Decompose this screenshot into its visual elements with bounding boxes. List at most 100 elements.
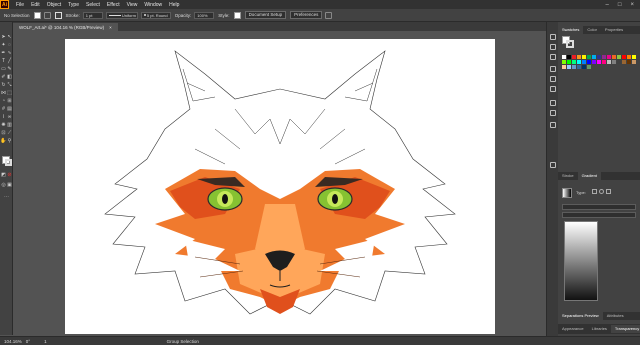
swatch-7[interactable]	[597, 55, 601, 59]
slice-tool-icon[interactable]: ⟋	[7, 130, 12, 136]
swatch-3[interactable]	[577, 55, 581, 59]
tab-transparency[interactable]: Transparency	[610, 325, 640, 333]
tab-libraries[interactable]: Libraries	[588, 325, 611, 333]
type-tool-icon[interactable]: T	[1, 58, 6, 64]
swatch-5[interactable]	[587, 55, 591, 59]
graphic-style-swatch[interactable]	[233, 11, 241, 19]
direct-selection-tool-icon[interactable]: ↖	[7, 34, 12, 40]
swatch-21[interactable]	[592, 60, 596, 64]
mesh-tool-icon[interactable]: #	[1, 106, 6, 112]
tab-color[interactable]: Color	[583, 26, 601, 34]
menu-view[interactable]: View	[127, 2, 138, 8]
menu-file[interactable]: File	[16, 2, 24, 8]
variable-width-profile[interactable]: Uniform	[105, 11, 138, 19]
menu-type[interactable]: Type	[68, 2, 79, 8]
tab-swatches[interactable]: Swatches	[558, 26, 584, 34]
swatch-19[interactable]	[582, 60, 586, 64]
transform-panel-icon[interactable]	[550, 122, 556, 128]
free-transform-icon[interactable]: ⬚	[7, 90, 12, 96]
menu-window[interactable]: Window	[144, 2, 162, 8]
swatch-9[interactable]	[607, 55, 611, 59]
swatch-12[interactable]	[622, 55, 626, 59]
align-panel-icon[interactable]	[550, 100, 556, 106]
swatch-2[interactable]	[572, 55, 576, 59]
swatch-13[interactable]	[627, 55, 631, 59]
swatch-1[interactable]	[567, 55, 571, 59]
swatch-6[interactable]	[592, 55, 596, 59]
lasso-icon[interactable]: ◌	[7, 42, 12, 48]
gradient-slider-preview[interactable]	[564, 221, 598, 301]
arrange-icon[interactable]	[325, 11, 333, 19]
pathfinder-icon[interactable]	[550, 110, 556, 116]
swatch-24[interactable]	[607, 60, 611, 64]
brushes-panel-icon[interactable]	[550, 66, 556, 72]
minimize-icon[interactable]: –	[606, 2, 609, 8]
maximize-icon[interactable]: □	[618, 2, 622, 8]
swatch-35[interactable]	[587, 65, 591, 69]
preferences-button[interactable]: Preferences	[290, 11, 323, 19]
menu-help[interactable]: Help	[169, 2, 179, 8]
document-setup-button[interactable]: Document Setup	[244, 11, 287, 19]
swatch-18[interactable]	[577, 60, 581, 64]
swatch-28[interactable]	[627, 60, 631, 64]
close-tab-icon[interactable]: ×	[109, 25, 112, 30]
swatch-14[interactable]	[632, 55, 636, 59]
default-colors-icon[interactable]: ◩	[1, 172, 6, 178]
edit-toolbar-icon[interactable]: ⋯	[4, 194, 9, 200]
width-tool-icon[interactable]: ⋈	[1, 90, 6, 96]
zoom-tool-icon[interactable]: ⚲	[7, 138, 12, 144]
rotate-tool-icon[interactable]: ↻	[1, 82, 6, 88]
stroke-label[interactable]: Stroke:	[66, 13, 80, 18]
gradient-angle-field[interactable]	[562, 204, 636, 210]
swatch-15[interactable]	[562, 60, 566, 64]
libraries-panel-icon[interactable]	[550, 54, 556, 60]
wolf-illustration[interactable]	[65, 39, 495, 334]
menu-effect[interactable]: Effect	[107, 2, 120, 8]
none-color-icon[interactable]: ⊘	[7, 172, 12, 178]
tab-separations-preview[interactable]: Separations Preview	[558, 312, 603, 320]
tab-properties[interactable]: Properties	[601, 26, 627, 34]
freeform-gradient-icon[interactable]	[606, 189, 611, 194]
magic-wand-icon[interactable]: ✦	[1, 42, 6, 48]
tab-appearance[interactable]: Appearance	[558, 325, 588, 333]
character-panel-icon[interactable]	[550, 162, 556, 168]
zoom-level[interactable]: 104.16%	[4, 339, 22, 344]
stroke-swatch[interactable]	[54, 11, 62, 19]
artboard[interactable]	[65, 39, 495, 334]
graphic-styles-icon[interactable]	[550, 86, 556, 92]
opacity-field[interactable]: 100%	[194, 11, 215, 19]
artboard-number[interactable]: 1	[44, 339, 47, 344]
swatch-22[interactable]	[597, 60, 601, 64]
swatch-17[interactable]	[572, 60, 576, 64]
scale-tool-icon[interactable]: ⤡	[7, 82, 12, 88]
gradient-swatch[interactable]	[562, 188, 572, 198]
shape-builder-icon[interactable]: ◔	[1, 98, 6, 104]
shaper-tool-icon[interactable]: ✐	[1, 74, 6, 80]
eraser-icon[interactable]: ◧	[7, 74, 12, 80]
swatch-30[interactable]	[562, 65, 566, 69]
swatch-26[interactable]	[617, 60, 621, 64]
tab-attributes[interactable]: Attributes	[603, 312, 628, 320]
swatch-11[interactable]	[617, 55, 621, 59]
fill-swatch[interactable]	[33, 11, 41, 19]
menu-edit[interactable]: Edit	[31, 2, 40, 8]
document-tab[interactable]: WOLF_Art.ai* @ 104.16 % (RGB/Preview) ×	[13, 23, 118, 31]
blend-tool-icon[interactable]: ∞	[7, 114, 12, 120]
linear-gradient-icon[interactable]	[592, 189, 597, 194]
brush-definition[interactable]: 5 pt. Round	[140, 11, 171, 19]
swatch-25[interactable]	[612, 60, 616, 64]
rectangle-tool-icon[interactable]: ▭	[1, 66, 6, 72]
tab-gradient[interactable]: Gradient	[577, 172, 601, 180]
curvature-tool-icon[interactable]: ∿	[7, 50, 12, 56]
fill-dropdown-icon[interactable]	[43, 11, 51, 19]
menu-select[interactable]: Select	[86, 2, 100, 8]
draw-mode-icon[interactable]: ◎	[1, 182, 6, 188]
gradient-tool-icon[interactable]: ▤	[7, 106, 12, 112]
rotate-view-angle[interactable]: 0°	[26, 339, 30, 344]
canvas-area[interactable]	[13, 31, 546, 336]
symbol-sprayer-icon[interactable]: ✺	[1, 122, 6, 128]
hand-tool-icon[interactable]: ✋	[0, 138, 6, 144]
paintbrush-icon[interactable]: ✎	[7, 66, 12, 72]
stroke-weight-field[interactable]: 1 pt	[82, 11, 103, 19]
swatch-33[interactable]	[577, 65, 581, 69]
